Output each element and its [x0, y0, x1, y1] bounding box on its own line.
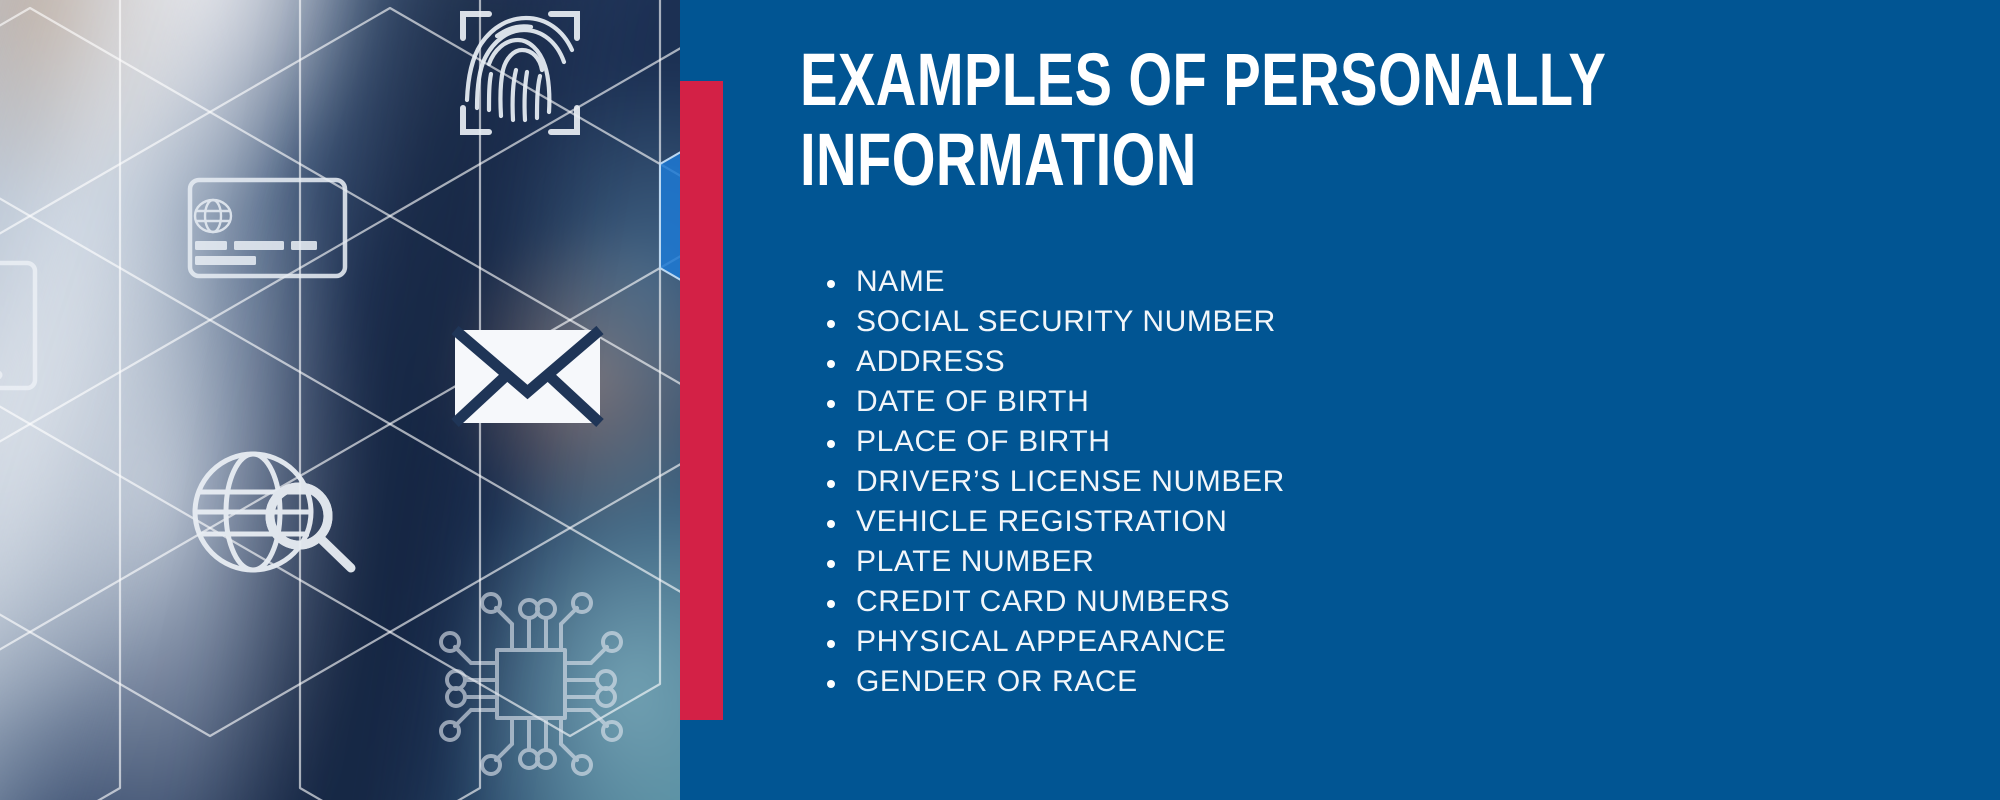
- list-item: DRIVER’S LICENSE NUMBER: [820, 462, 1920, 502]
- list-item: PHYSICAL APPEARANCE: [820, 622, 1920, 662]
- pii-examples-list: NAME SOCIAL SECURITY NUMBER ADDRESS DATE…: [820, 262, 1920, 702]
- pii-banner: EXAMPLES OF PERSONALLY INFORMATION NAME …: [0, 0, 2000, 800]
- list-item: ADDRESS: [820, 342, 1920, 382]
- hexagon-grid: [0, 0, 680, 800]
- red-accent-bar: [680, 81, 723, 720]
- list-item: PLATE NUMBER: [820, 542, 1920, 582]
- list-item: NAME: [820, 262, 1920, 302]
- page-title: EXAMPLES OF PERSONALLY INFORMATION: [800, 38, 1607, 201]
- photo-panel: [0, 0, 680, 800]
- highlighted-hexagon: [659, 151, 680, 281]
- content-panel: EXAMPLES OF PERSONALLY INFORMATION NAME …: [680, 0, 2000, 800]
- list-item: PLACE OF BIRTH: [820, 422, 1920, 462]
- list-item: CREDIT CARD NUMBERS: [820, 582, 1920, 622]
- list-item: SOCIAL SECURITY NUMBER: [820, 302, 1920, 342]
- list-item: VEHICLE REGISTRATION: [820, 502, 1920, 542]
- list-item: GENDER OR RACE: [820, 662, 1920, 702]
- list-item: DATE OF BIRTH: [820, 382, 1920, 422]
